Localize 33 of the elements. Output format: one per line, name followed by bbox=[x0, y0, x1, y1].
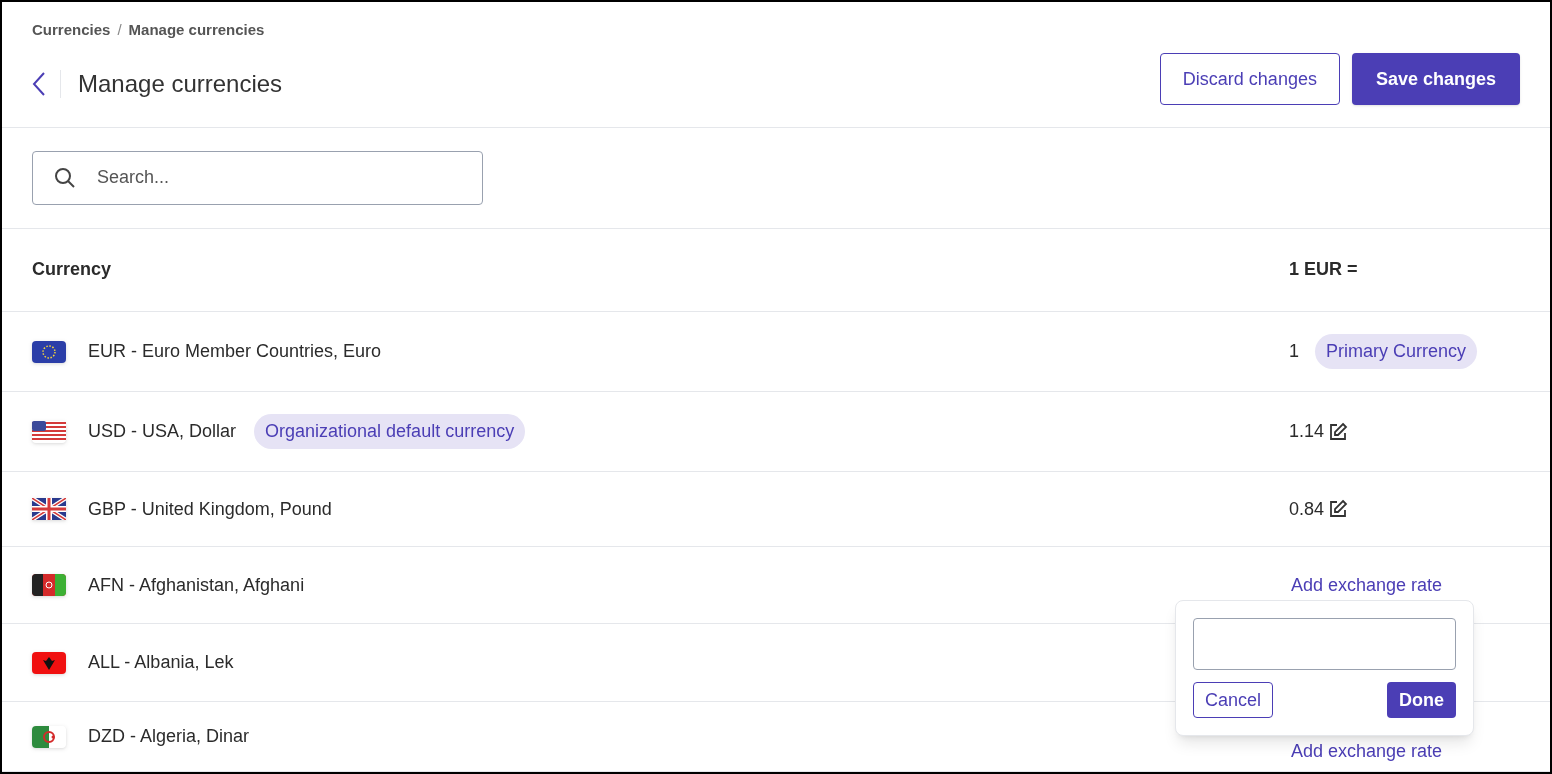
currency-name: ALL - Albania, Lek bbox=[88, 651, 234, 674]
save-button[interactable]: Save changes bbox=[1351, 53, 1520, 105]
exchange-rate-input[interactable] bbox=[1193, 618, 1456, 670]
rate-value: 0.84 bbox=[1289, 497, 1325, 521]
default-currency-badge: Organizational default currency bbox=[254, 414, 526, 449]
currency-name: DZD - Algeria, Dinar bbox=[88, 725, 250, 748]
add-exchange-rate-link[interactable]: Add exchange rate bbox=[1291, 738, 1443, 765]
rate-value: 1 bbox=[1289, 340, 1299, 363]
breadcrumb-link[interactable]: Currencies bbox=[32, 19, 111, 42]
flag-icon bbox=[32, 651, 66, 674]
breadcrumb-separator: / bbox=[116, 20, 123, 40]
discard-button[interactable]: Discard changes bbox=[1159, 53, 1340, 105]
currency-name: AFN - Afghanistan, Afghani bbox=[88, 573, 305, 597]
primary-currency-badge: Primary Currency bbox=[1315, 334, 1478, 369]
column-header: 1 EUR = bbox=[1289, 258, 1359, 282]
flag-icon bbox=[32, 574, 66, 596]
page-title: Manage currencies bbox=[78, 68, 283, 99]
rate-value: 1.14 bbox=[1289, 420, 1325, 443]
edit-icon[interactable] bbox=[1328, 499, 1349, 519]
add-exchange-rate-link[interactable]: Add exchange rate bbox=[1291, 571, 1443, 599]
column-header: Currency bbox=[32, 258, 113, 282]
back-icon[interactable] bbox=[32, 70, 46, 97]
currency-name: GBP - United Kingdom, Pound bbox=[88, 497, 332, 521]
flag-icon bbox=[32, 498, 66, 520]
cancel-button[interactable]: Cancel bbox=[1193, 682, 1274, 718]
search-field[interactable]: Search... bbox=[32, 150, 483, 205]
search-icon bbox=[54, 166, 76, 189]
flag-icon bbox=[32, 340, 66, 363]
edit-icon[interactable] bbox=[1328, 421, 1349, 442]
flag-icon bbox=[32, 420, 66, 443]
done-button[interactable]: Done bbox=[1387, 682, 1456, 718]
currency-name: EUR - Euro Member Countries, Euro bbox=[88, 340, 382, 363]
currency-name: USD - USA, Dollar bbox=[88, 420, 237, 443]
